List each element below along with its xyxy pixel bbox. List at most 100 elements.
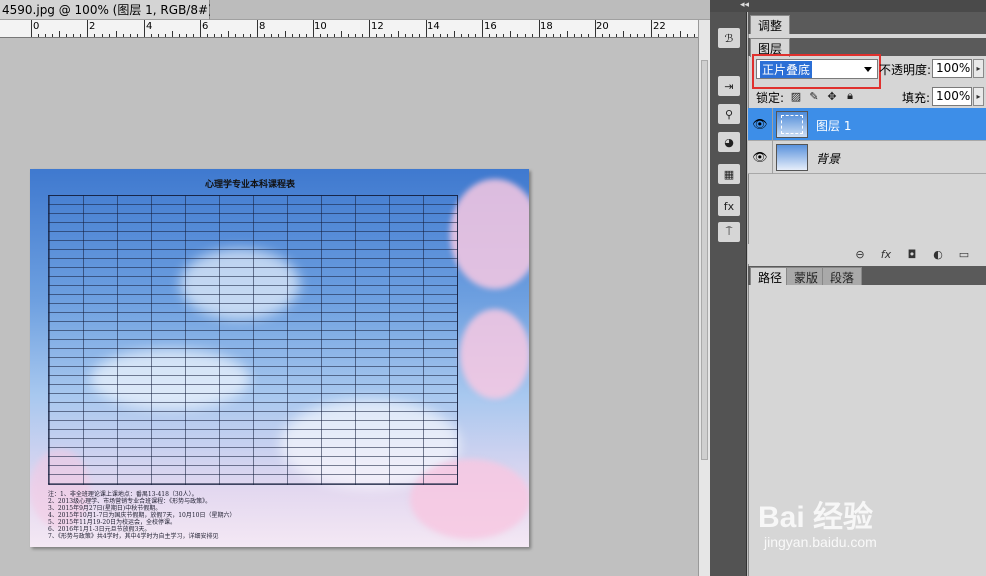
- ruler-subtick: [277, 34, 279, 37]
- ruler-number: 14: [427, 21, 440, 32]
- opacity-input[interactable]: 100%: [932, 59, 972, 78]
- collapse-arrows-icon[interactable]: ◂◂: [740, 0, 749, 10]
- ruler-subtick: [390, 34, 392, 37]
- schedule-notes: 注：1、非全班理论课上课地点：番禺13-418（30人）。 2、2013级心理学…: [48, 491, 368, 540]
- blossom-shape: [460, 309, 529, 399]
- ruler-subtick: [157, 34, 159, 37]
- history-icon[interactable]: ℬ: [718, 28, 740, 48]
- styles-fx-icon[interactable]: fx: [718, 196, 740, 216]
- note-line: 3、2015年9月27日(星期日)中秋节假期。: [48, 505, 162, 512]
- ruler-subtick: [334, 34, 336, 37]
- ruler-tick: [651, 20, 653, 37]
- note-line: 2、2013级心理学、市场营销专业合班课程：《形势与政策》。: [48, 498, 212, 505]
- tab-paths[interactable]: 路径: [750, 267, 791, 286]
- layers-tab-bar: 图层: [748, 38, 986, 57]
- scrollbar-thumb[interactable]: [701, 60, 708, 460]
- document-tab[interactable]: 4590.jpg @ 100% (图层 1, RGB/8#) *: [0, 0, 230, 20]
- adjustments-tab-bar: 调整: [748, 12, 986, 34]
- ruler-subtick: [376, 34, 378, 37]
- ruler-number: 18: [540, 21, 553, 32]
- ruler-subtick: [249, 34, 251, 37]
- paths-panel: [748, 285, 986, 576]
- ruler-subtick: [602, 34, 604, 37]
- ruler-subtick: [101, 34, 103, 37]
- note-line: 5、2015年11月19-20日为校运会，全校停课。: [48, 519, 177, 526]
- ruler-tick: [87, 20, 89, 37]
- swatches-icon[interactable]: ▦: [718, 164, 740, 184]
- link-layers-icon[interactable]: ⊖: [852, 246, 868, 262]
- lock-paint-icon[interactable]: ✎: [808, 90, 820, 103]
- adjustment-layer-icon[interactable]: ◐: [930, 246, 946, 262]
- ruler-subtick: [305, 34, 307, 37]
- ruler-subtick: [644, 34, 646, 37]
- tab-adjustments[interactable]: 调整: [750, 15, 791, 34]
- ruler-subtick: [446, 34, 448, 37]
- ruler-subtick: [686, 34, 688, 37]
- opacity-label: 不透明度:: [879, 63, 932, 77]
- fill-input[interactable]: 100%: [932, 87, 972, 106]
- fill-slider-arrow-icon[interactable]: ▸: [973, 87, 984, 106]
- ruler-subtick: [489, 34, 491, 37]
- lock-move-icon[interactable]: ✥: [826, 90, 838, 103]
- note-line: 6、2016年1月1-3日元旦节放假3天。: [48, 526, 151, 533]
- vertical-scrollbar[interactable]: [698, 20, 710, 576]
- blossom-shape: [450, 179, 529, 289]
- lock-transparent-icon[interactable]: ▨: [790, 90, 802, 103]
- ruler-subtick: [362, 34, 364, 37]
- layer-name[interactable]: 图层 1: [816, 117, 851, 134]
- actions-icon[interactable]: ⇥: [718, 76, 740, 96]
- ruler-number: 6: [202, 21, 209, 32]
- note-line: 7、《形势与政策》共4学时，其中4学时为自主学习，详细安排见: [48, 533, 219, 540]
- ruler-tick: [454, 31, 455, 37]
- ruler-subtick: [475, 34, 477, 37]
- ruler-subtick: [439, 34, 441, 37]
- ruler-number: 8: [259, 21, 266, 32]
- horizontal-ruler[interactable]: 0 2 4 6 8 10 12 14 16 18 20 22: [0, 20, 698, 38]
- layer-row[interactable]: 👁︎ 图层 1: [748, 108, 986, 141]
- ruler-subtick: [108, 34, 110, 37]
- tab-masks[interactable]: 蒙版: [786, 267, 827, 286]
- clone-source-icon[interactable]: ⍑: [718, 222, 740, 242]
- ruler-tick: [341, 31, 343, 37]
- ruler-subtick: [587, 34, 589, 37]
- note-line: 4、2015年10月1-7日为国庆节假期，放假7天，10月10日（星期六）: [48, 512, 236, 519]
- ruler-subtick: [348, 34, 350, 37]
- layer-row[interactable]: 👁︎ 背景: [748, 141, 986, 174]
- opacity-slider-arrow-icon[interactable]: ▸: [973, 59, 984, 78]
- layer-name[interactable]: 背景: [816, 150, 840, 167]
- ruler-subtick: [524, 34, 526, 37]
- ruler-number: 0: [33, 21, 40, 32]
- ruler-subtick: [693, 34, 695, 37]
- ruler-tick: [115, 31, 117, 37]
- tab-paragraph[interactable]: 段落: [822, 267, 863, 286]
- ruler-subtick: [45, 34, 47, 37]
- ruler-subtick: [52, 34, 54, 37]
- visibility-eye-icon[interactable]: 👁︎: [752, 117, 768, 131]
- blend-mode-select[interactable]: 正片叠底: [756, 59, 878, 79]
- color-palette-icon[interactable]: ◕: [718, 132, 740, 152]
- document-tab-title: 4590.jpg @ 100% (图层 1, RGB/8#) *: [2, 3, 223, 17]
- ruler-subtick: [545, 34, 547, 37]
- divider: [772, 108, 773, 141]
- add-mask-icon[interactable]: ◘: [904, 246, 920, 262]
- ruler-tick: [566, 31, 568, 37]
- layer-style-fx-icon[interactable]: fx: [878, 246, 894, 262]
- visibility-eye-icon[interactable]: 👁︎: [752, 150, 768, 164]
- dock-collapse-bar[interactable]: ◂◂: [710, 0, 986, 12]
- new-group-icon[interactable]: ▭: [956, 246, 972, 262]
- ruler-subtick: [637, 34, 639, 37]
- schedule-table: [48, 195, 458, 485]
- tool-presets-icon[interactable]: ⚲: [718, 104, 740, 124]
- ruler-subtick: [665, 34, 667, 37]
- ruler-tick: [595, 20, 596, 37]
- ruler-subtick: [461, 34, 463, 37]
- ruler-subtick: [129, 34, 131, 37]
- blend-mode-value: 正片叠底: [760, 60, 813, 78]
- document-image[interactable]: 心理学专业本科课程表 注：1、非全班理论课上课地点：番禺13-418（30人）。…: [30, 169, 529, 547]
- ruler-subtick: [580, 34, 582, 37]
- lock-all-icon[interactable]: 🔒︎: [844, 89, 856, 102]
- ruler-subtick: [658, 34, 660, 37]
- ruler-subtick: [150, 34, 152, 37]
- ruler-tick: [256, 20, 258, 37]
- tab-layers[interactable]: 图层: [750, 38, 791, 57]
